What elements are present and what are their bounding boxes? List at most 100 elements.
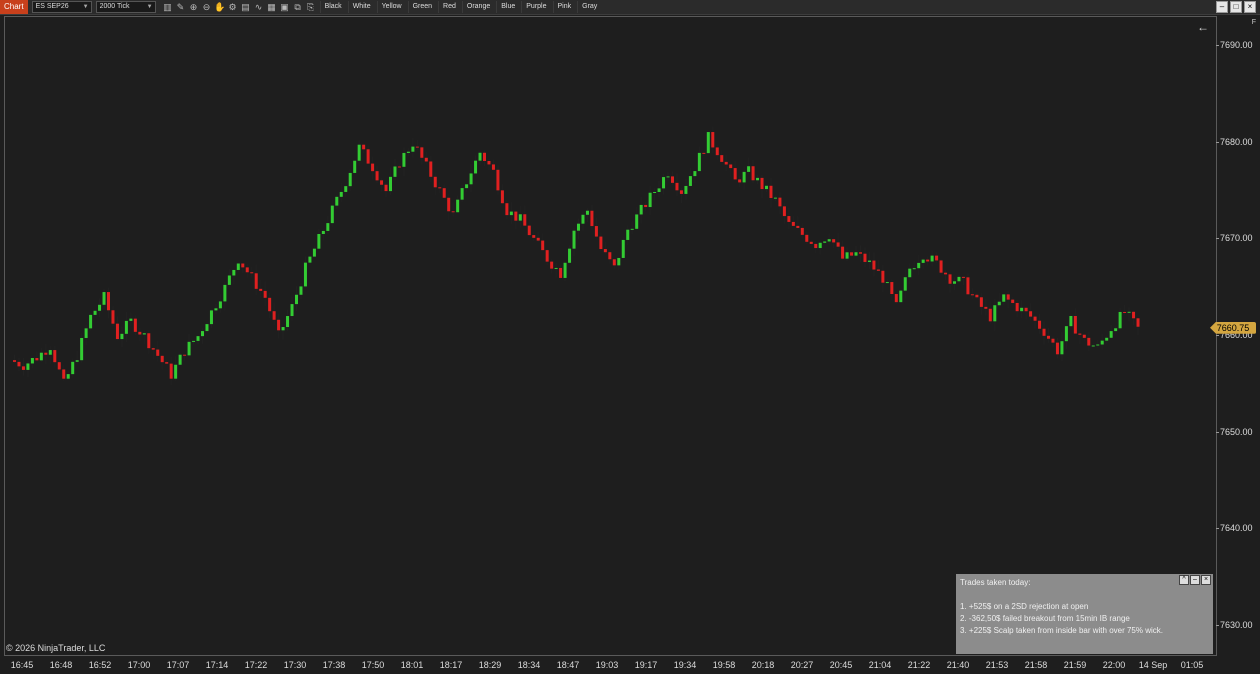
f-flag: F (1251, 19, 1256, 26)
color-button-pink[interactable]: Pink (552, 1, 576, 13)
interval-selector[interactable]: 2000 Tick ▼ (95, 1, 156, 13)
candle-down (1029, 311, 1033, 317)
candle-down (1078, 333, 1082, 335)
back-arrow-icon[interactable]: ← (1197, 20, 1209, 34)
candle-down (594, 226, 598, 237)
candle-up (903, 277, 907, 291)
candle-up (662, 177, 666, 189)
color-button-orange[interactable]: Orange (461, 1, 495, 13)
template-icon[interactable]: ▦ (266, 1, 278, 13)
close-button[interactable]: × (1244, 1, 1256, 13)
hand-icon[interactable]: ✋ (214, 1, 226, 13)
chart-toolbar: Chart ES SEP26 ▼ 2000 Tick ▼ ▥ ✎ ⊕ ⊖ ✋ ⚙ ▤ ∿ ▦ ▣ ⧉ ⎘ … (0, 0, 1260, 15)
time-tick-label: 16:48 (49, 660, 73, 670)
candle-down (894, 294, 898, 303)
color-button-white[interactable]: White (347, 1, 375, 13)
candle-down (979, 297, 983, 307)
candle-up (299, 286, 303, 295)
data-box-icon[interactable]: ▣ (279, 1, 291, 13)
candle-down (13, 360, 16, 362)
candle-up (568, 248, 572, 263)
candle-up (765, 185, 768, 190)
zoom-out-icon[interactable]: ⊖ (201, 1, 213, 13)
candle-down (608, 252, 612, 260)
tab-chart[interactable]: Chart (0, 0, 28, 14)
pencil-icon[interactable]: ✎ (175, 1, 187, 13)
chart-plot-area[interactable] (4, 16, 1217, 656)
color-button-purple[interactable]: Purple (521, 1, 551, 13)
time-tick-label: 16:45 (10, 660, 34, 670)
strategy-icon[interactable]: ▤ (240, 1, 252, 13)
candle-up (657, 188, 661, 192)
maximize-button[interactable]: □ (1230, 1, 1242, 13)
time-tick-label: 01:05 (1180, 660, 1204, 670)
candle-up (1109, 331, 1113, 338)
candle-down (384, 184, 388, 192)
candle-down (1073, 315, 1077, 334)
candle-up (295, 294, 298, 305)
candle-up (129, 318, 133, 321)
collapse-icon[interactable]: ^ (1179, 575, 1189, 585)
time-axis[interactable]: 16:45 16:48 16:52 17:00 17:07 17:14 17:22 17:30… (4, 657, 1215, 674)
candle-down (272, 311, 276, 320)
copy-icon[interactable]: ⎘ (305, 1, 317, 13)
screenshot-icon[interactable]: ⧉ (292, 1, 304, 13)
candle-down (259, 288, 263, 291)
candle-down (729, 164, 733, 169)
time-tick-label: 20:18 (751, 660, 775, 670)
candle-up (312, 248, 316, 257)
color-buttons: Black White Yellow Green Red Orange Blue Purple… (318, 1, 602, 13)
candle-up (509, 211, 513, 216)
candle-up (617, 257, 621, 266)
candle-down (599, 236, 603, 250)
candle-up (474, 160, 478, 174)
candle-up (48, 350, 52, 355)
candle-up (953, 281, 956, 284)
candlestick-series (13, 126, 1140, 386)
candle-up (196, 336, 200, 341)
candle-up (214, 308, 218, 311)
candle-down (415, 146, 419, 148)
color-button-black[interactable]: Black (319, 1, 346, 13)
color-button-yellow[interactable]: Yellow (376, 1, 406, 13)
candle-down (644, 204, 648, 208)
color-button-green[interactable]: Green (407, 1, 437, 13)
candle-down (1132, 311, 1136, 319)
bar-chart-icon[interactable]: ▥ (162, 1, 174, 13)
candle-up (773, 197, 777, 199)
color-button-gray[interactable]: Gray (577, 1, 602, 13)
copyright-label: © 2026 NinjaTrader, LLC (6, 643, 106, 653)
time-tick-label: 16:52 (88, 660, 112, 670)
time-tick-label: 18:47 (556, 660, 580, 670)
candle-up (84, 328, 88, 338)
candle-up (666, 176, 670, 178)
time-tick-label: 18:01 (400, 660, 424, 670)
indicator-icon[interactable]: ∿ (253, 1, 265, 13)
candle-down (483, 152, 486, 161)
minimize-icon[interactable]: – (1190, 575, 1200, 585)
candle-up (411, 146, 415, 152)
interval-label: 2000 Tick (99, 3, 130, 10)
candle-down (738, 179, 742, 183)
notes-controls: ^ – × (1178, 575, 1211, 585)
candle-down (532, 235, 536, 238)
color-button-blue[interactable]: Blue (496, 1, 520, 13)
color-button-red[interactable]: Red (438, 1, 460, 13)
time-tick-label: 17:00 (127, 660, 151, 670)
price-axis[interactable]: F 7690.00 7680.00 7670.00 7660.00 7650.00 764… (1210, 16, 1260, 656)
time-tick-label: 17:38 (322, 660, 346, 670)
candle-up (684, 185, 688, 194)
properties-icon[interactable]: ⚙ (227, 1, 239, 13)
candle-up (321, 230, 325, 235)
close-icon[interactable]: × (1201, 575, 1211, 585)
instrument-selector[interactable]: ES SEP26 ▼ (31, 1, 92, 13)
zoom-in-icon[interactable]: ⊕ (188, 1, 200, 13)
candle-down (277, 319, 281, 331)
last-price-badge: 7660.75 (1210, 321, 1256, 334)
price-tick-label: 7650.00 (1220, 426, 1253, 437)
candle-up (102, 292, 106, 305)
minimize-button[interactable]: – (1216, 1, 1228, 13)
notes-panel[interactable]: Trades taken today: ^ – × 1. +525$ on a … (956, 574, 1213, 654)
candle-up (912, 268, 916, 270)
candle-down (438, 187, 442, 189)
